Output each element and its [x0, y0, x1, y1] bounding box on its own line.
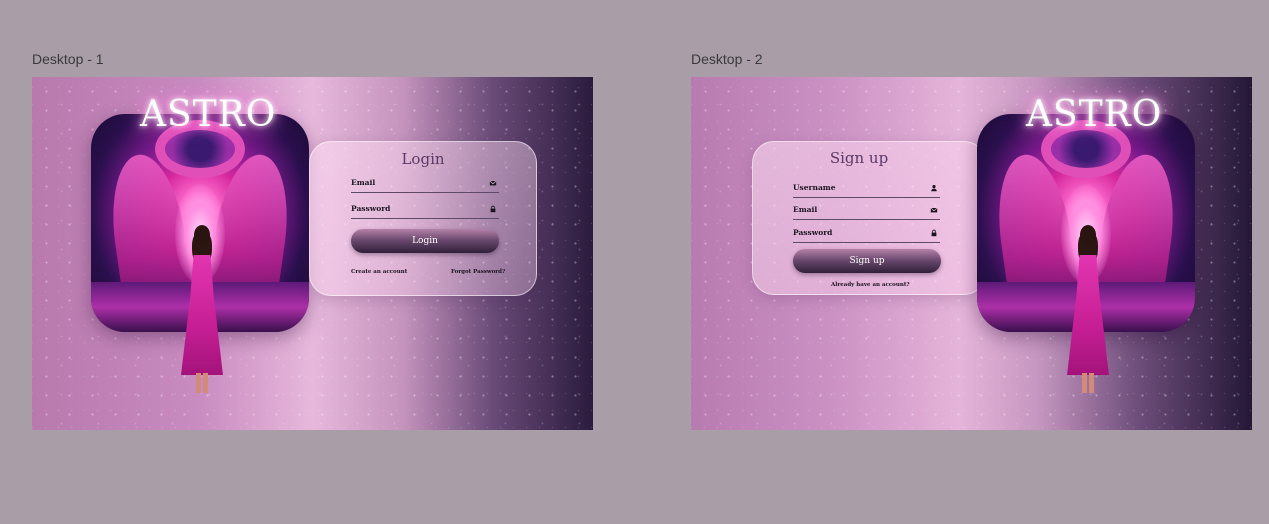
email-label: Email: [793, 205, 818, 214]
email-field[interactable]: Email: [351, 178, 499, 193]
brand-logo-text: ASTRO: [1026, 94, 1163, 135]
username-field[interactable]: Username: [793, 183, 940, 198]
frame-label-desktop-2: Desktop - 2: [691, 51, 763, 67]
signup-card: Sign up Username Email Password Sign up …: [752, 141, 986, 295]
user-icon: [930, 184, 938, 192]
username-label: Username: [793, 183, 836, 192]
login-button[interactable]: Login: [351, 229, 499, 253]
forgot-password-link[interactable]: Forgot Password?: [451, 269, 505, 275]
email-field[interactable]: Email: [793, 205, 940, 220]
create-account-link[interactable]: Create an account: [351, 269, 407, 275]
email-label: Email: [351, 178, 376, 187]
signup-title: Sign up: [829, 149, 889, 167]
desktop-1-frame: ASTRO Login Email Password Login Create …: [32, 77, 593, 430]
mail-icon: [930, 206, 938, 214]
brand-logo-text: ASTRO: [140, 94, 277, 135]
frame-label-desktop-1: Desktop - 1: [32, 51, 104, 67]
password-label: Password: [793, 228, 833, 237]
password-label: Password: [351, 204, 391, 213]
mail-icon: [489, 179, 497, 187]
password-field[interactable]: Password: [351, 204, 499, 219]
lock-icon: [489, 205, 497, 213]
login-card: Login Email Password Login Create an acc…: [309, 141, 537, 296]
woman-figure: [1065, 225, 1111, 395]
login-title: Login: [401, 150, 445, 168]
password-field[interactable]: Password: [793, 228, 940, 243]
desktop-2-frame: Sign up Username Email Password Sign up …: [691, 77, 1252, 430]
lock-icon: [930, 229, 938, 237]
already-have-account-link[interactable]: Already have an account?: [831, 282, 910, 288]
signup-button[interactable]: Sign up: [793, 249, 941, 273]
woman-figure: [179, 225, 225, 395]
